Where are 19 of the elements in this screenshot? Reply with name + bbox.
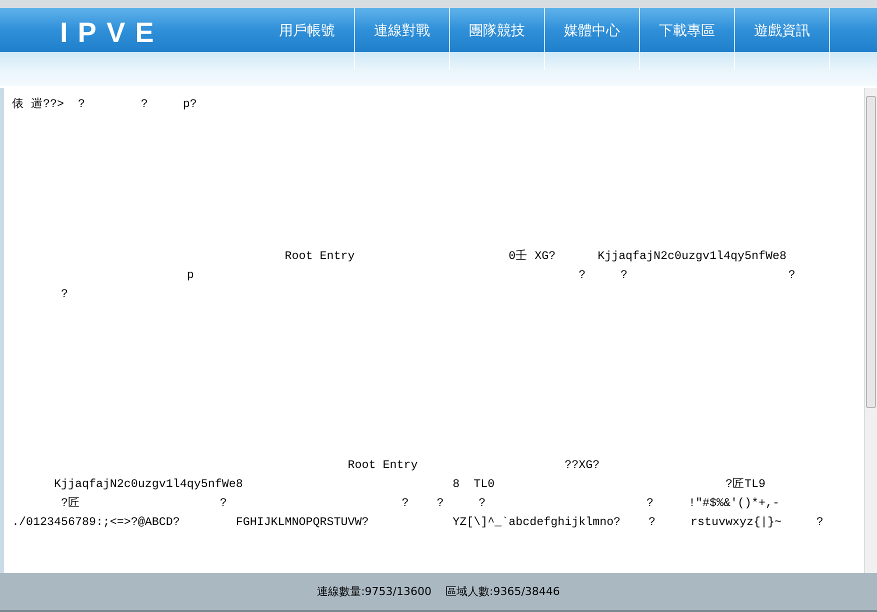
- scrollbar[interactable]: [864, 88, 877, 573]
- status-text: 連線數量:9753/13600: [317, 584, 432, 599]
- text-line: Root Entry ??XG?: [346, 457, 601, 474]
- text-line: ?: [60, 286, 69, 303]
- scrollbar-thumb[interactable]: [866, 96, 876, 408]
- nav-item[interactable]: 遊戲資訊: [735, 8, 830, 70]
- nav-item[interactable]: 媒體中心: [545, 8, 640, 70]
- logo: IPVE: [60, 18, 165, 48]
- nav-item[interactable]: 下載專區: [640, 8, 735, 70]
- text-line: ./0123456789:;<=>?@ABCD? FGHIJKLMNOPQRSTUVW? YZ[\]^_`abcdefghijklmno? ? rstuvwxyz{|}~ ?: [12, 514, 824, 531]
- text-line: KjjaqfajN2c0uzgv1l4qy5nfWe8 8 TL0 ?匠TL9: [52, 476, 766, 493]
- text-line: p ? ? ?: [186, 267, 796, 284]
- text-line: ?匠 ? ? ? ? ? !"#$%&'()*+,-: [60, 495, 780, 512]
- text-line: 俵 遄??> ? ? p?: [12, 96, 198, 113]
- status-text: 區域人數:9365/38446: [446, 584, 560, 599]
- nav-item[interactable]: 用戶帳號: [260, 8, 355, 70]
- text-line: Root Entry 0壬 XG? KjjaqfajN2c0uzgv1l4qy5nfWe8: [284, 248, 788, 265]
- nav-item[interactable]: 連線對戰: [355, 8, 450, 70]
- nav-item[interactable]: 團隊競技: [450, 8, 545, 70]
